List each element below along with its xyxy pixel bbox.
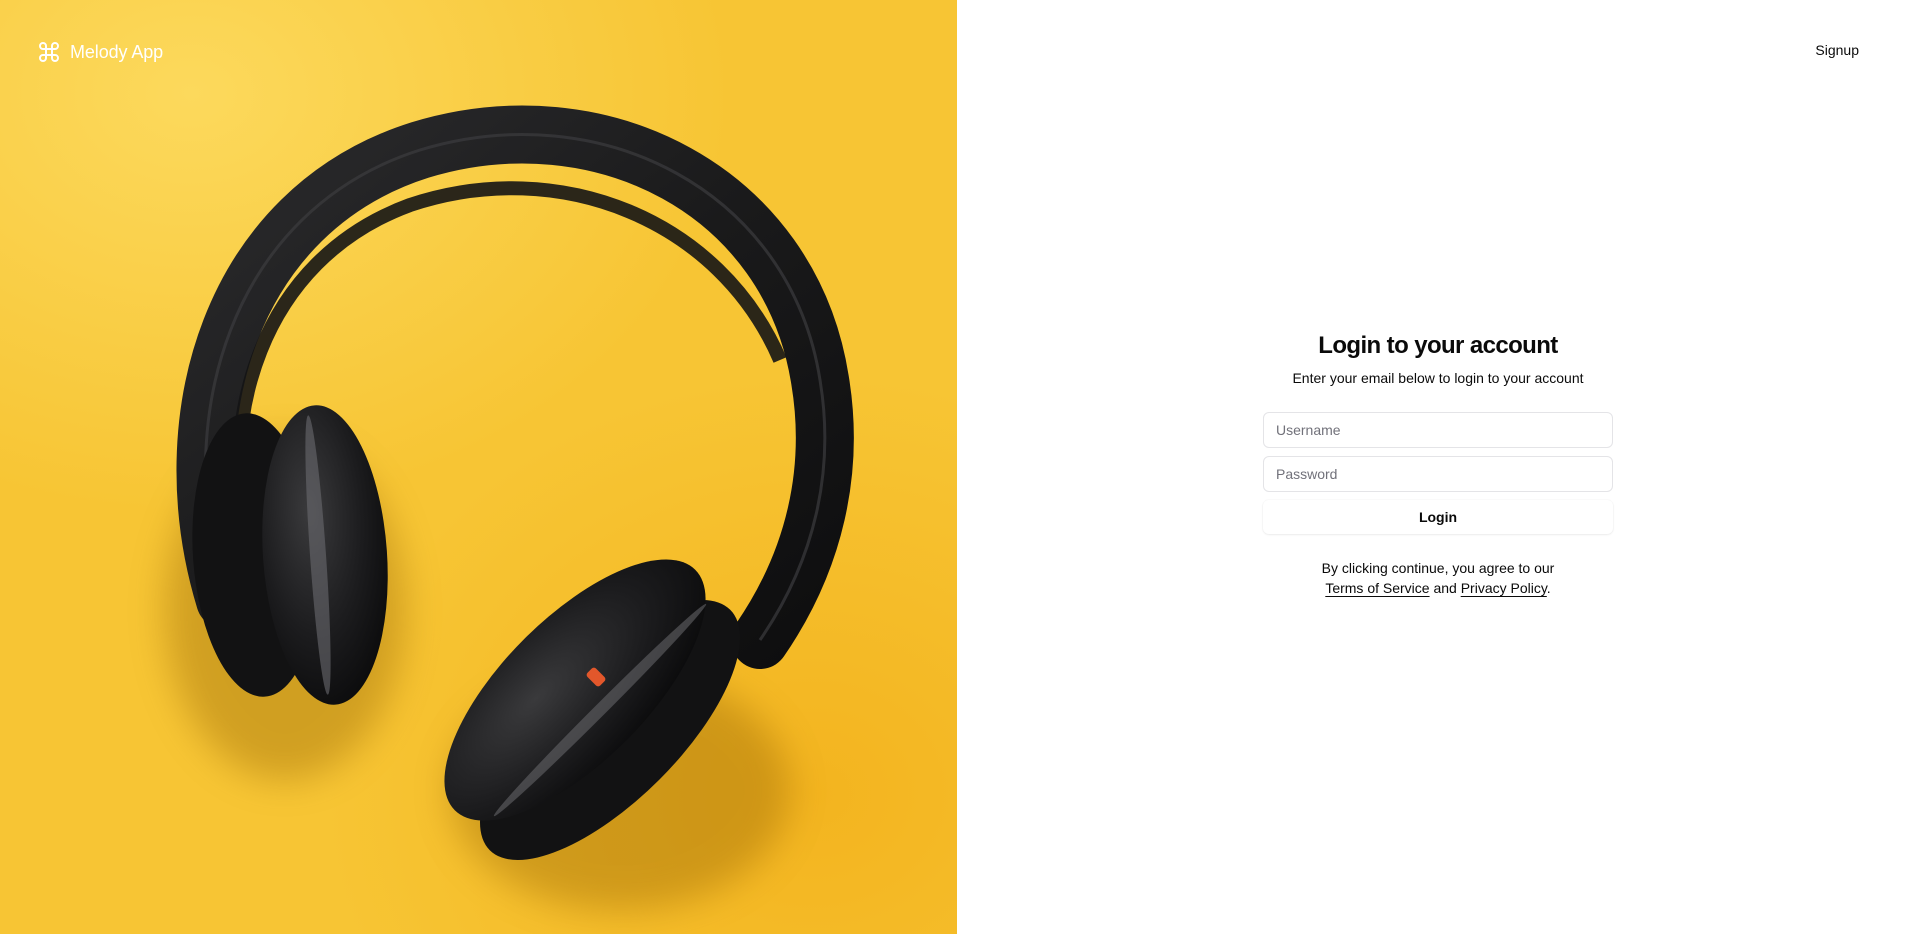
password-input[interactable] (1263, 456, 1613, 492)
privacy-policy-link[interactable]: Privacy Policy (1461, 580, 1547, 596)
legal-notice: By clicking continue, you agree to our T… (1263, 558, 1613, 598)
headphones-photo (165, 105, 854, 910)
username-input[interactable] (1263, 412, 1613, 448)
page-title: Login to your account (1318, 332, 1558, 359)
legal-suffix: . (1546, 580, 1551, 596)
form-fields: Login (1263, 412, 1613, 534)
signup-link[interactable]: Signup (1805, 38, 1869, 62)
brand-name: Melody App (70, 41, 164, 62)
login-page: Melody App Signup Login to your account … (0, 0, 1916, 934)
command-icon (37, 40, 61, 64)
hero-panel: Melody App (0, 0, 957, 934)
legal-prefix: By clicking continue, you agree to our (1321, 560, 1555, 576)
login-button[interactable]: Login (1263, 500, 1613, 534)
terms-of-service-link[interactable]: Terms of Service (1325, 580, 1429, 596)
brand-logo-link[interactable]: Melody App (37, 40, 163, 64)
page-subtitle: Enter your email below to login to your … (1292, 370, 1584, 386)
legal-conjunction: and (1433, 580, 1457, 596)
login-form: Login to your account Enter your email b… (1263, 330, 1613, 598)
auth-panel: Signup Login to your account Enter your … (957, 0, 1916, 934)
